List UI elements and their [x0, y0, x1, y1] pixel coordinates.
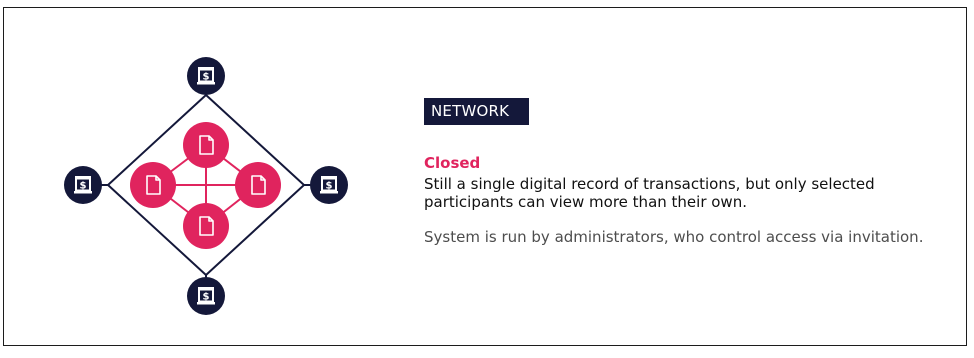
- bank-node-left: [64, 166, 102, 204]
- document-node-left: [130, 162, 176, 208]
- network-description-panel: NETWORK Closed Still a single digital re…: [424, 98, 944, 246]
- network-type-heading: Closed: [424, 154, 481, 172]
- bank-node-bottom: [187, 277, 225, 315]
- bank-icon: [73, 175, 93, 195]
- network-admin-note: System is run by administrators, who con…: [424, 228, 924, 246]
- document-node-right: [235, 162, 281, 208]
- closed-network-diagram: $: [64, 57, 348, 315]
- network-description: Still a single digital record of transac…: [424, 175, 875, 211]
- bank-icon: [196, 286, 216, 306]
- document-node-top: [183, 122, 229, 168]
- network-tag: NETWORK: [424, 98, 530, 125]
- bank-icon: [319, 175, 339, 195]
- bank-icon: [196, 66, 216, 86]
- document-node-bottom: [183, 203, 229, 249]
- bank-node-right: [310, 166, 348, 204]
- bank-node-top: [187, 57, 225, 95]
